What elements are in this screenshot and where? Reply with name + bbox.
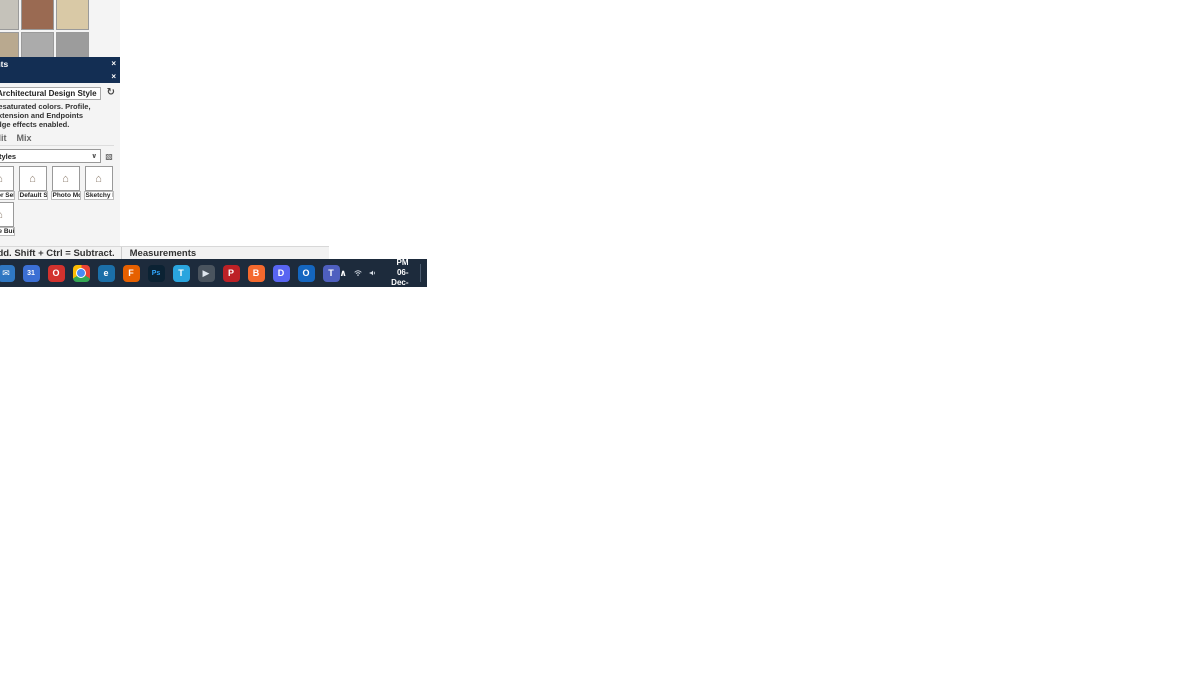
media-player-icon[interactable]: ▶	[197, 264, 215, 282]
calendar-icon[interactable]: 31	[22, 264, 40, 282]
style-thumbnail[interactable]: ⌂ Default S	[17, 166, 48, 200]
wifi-icon[interactable]	[354, 268, 362, 278]
default-tray: Default Tray ▫ × ▾ Materials × Default +…	[0, 0, 120, 246]
brave-icon[interactable]: B	[247, 264, 265, 282]
style-thumbnail-label: Style Bui	[0, 227, 15, 236]
styles-tabs: Select Edit Mix	[0, 132, 114, 146]
style-description: Desaturated colors. Profile, Extension a…	[0, 102, 91, 129]
material-swatch[interactable]	[0, 32, 19, 57]
outlook-icon[interactable]: O	[297, 264, 315, 282]
styles-panel: ⌂ Architectural Design Style Desaturated…	[0, 83, 120, 246]
sketchup-window: calssical pool - SketchUp Pro 2022 – □ ×…	[0, 0, 428, 297]
volume-icon[interactable]	[369, 268, 376, 278]
components-close-icon[interactable]: ×	[111, 59, 116, 68]
style-thumbnail[interactable]: ⌂Style Bui	[0, 202, 15, 236]
status-hint: Click or drag to select objects. Shift =…	[0, 247, 115, 259]
style-thumbnail[interactable]: ⌂ Sketchy I	[83, 166, 114, 200]
discord-icon[interactable]: D	[272, 264, 290, 282]
material-swatch[interactable]	[0, 0, 19, 30]
status-bar: ? ⊕ Click or drag to select objects. Shi…	[0, 246, 330, 259]
materials-swatch-grid	[0, 0, 114, 57]
tray-chevron-icon[interactable]: ∧	[340, 268, 347, 279]
style-name[interactable]: Architectural Design Style	[0, 87, 101, 100]
material-swatch[interactable]	[56, 32, 89, 57]
teams-icon[interactable]: T	[322, 264, 340, 282]
styles-tab-mix[interactable]: Mix	[17, 133, 32, 143]
style-thumbnail-image: ⌂	[0, 202, 14, 227]
style-refresh-icon[interactable]: ↻	[107, 87, 115, 98]
taskbar-date: 06-Dec-23	[391, 268, 409, 297]
opera-icon[interactable]: O	[47, 264, 65, 282]
material-swatch[interactable]	[21, 0, 54, 30]
material-swatch[interactable]	[56, 0, 89, 30]
styles-detail-icon[interactable]: ▧	[104, 152, 114, 161]
style-thumbnail-label: Color Sel	[0, 191, 15, 200]
dropdown-arrow-icon: ∨	[91, 153, 97, 160]
style-thumbnail-label: Default S	[17, 191, 48, 200]
chrome-icon[interactable]	[72, 264, 90, 282]
components-section-header[interactable]: ▾ Components ×	[0, 57, 120, 70]
pinterest-icon[interactable]: P	[222, 264, 240, 282]
edge-icon[interactable]: e	[97, 264, 115, 282]
photoshop-icon[interactable]: Ps	[147, 264, 165, 282]
materials-panel: Default + ▤ ✎ Select Edit ◂ ▸ ⌂	[0, 0, 120, 57]
measurements-label: Measurements	[129, 247, 197, 259]
style-thumbnail-image: ⌂	[18, 166, 47, 191]
styles-tab-edit[interactable]: Edit	[0, 133, 7, 143]
styles-thumb-grid: ⌂Assorted⌂Color Sel⌂Default S⌂Photo Mc⌂S…	[0, 166, 114, 236]
telegram-icon[interactable]: T	[172, 264, 190, 282]
show-desktop-button[interactable]	[419, 264, 422, 282]
style-thumbnail-image: ⌂	[84, 166, 113, 191]
mail-icon[interactable]: ✉	[0, 264, 15, 282]
material-swatch[interactable]	[21, 32, 54, 57]
styles-collection-dropdown[interactable]: Styles ∨	[0, 149, 101, 163]
styles-close-icon[interactable]: ×	[111, 72, 116, 81]
taskbar-apps: ▦▭≡✉31OeFPsT▶PBDOT	[0, 264, 340, 282]
firefox-icon[interactable]: F	[122, 264, 140, 282]
taskbar-time: 2:02 PM	[392, 248, 409, 267]
styles-section-header[interactable]: ▾ Styles ×	[0, 70, 120, 83]
style-thumbnail-label: Photo Mc	[50, 191, 81, 200]
style-thumbnail-label: Sketchy I	[83, 191, 114, 200]
taskbar-clock[interactable]: 2:02 PM 06-Dec-23	[383, 248, 408, 298]
style-thumbnail-image: ⌂	[0, 166, 14, 191]
measurements-input[interactable]	[204, 247, 324, 259]
style-thumbnail[interactable]: ⌂ Photo Mc	[50, 166, 81, 200]
components-header-label: Components	[0, 58, 9, 69]
style-thumbnail[interactable]: ⌂Color Sel	[0, 166, 15, 200]
style-thumbnail-image: ⌂	[51, 166, 80, 191]
windows-taskbar: 21°C Haze Search ▦▭≡✉31OeFPsT▶PBDOT ∧ 2:…	[0, 248, 428, 297]
